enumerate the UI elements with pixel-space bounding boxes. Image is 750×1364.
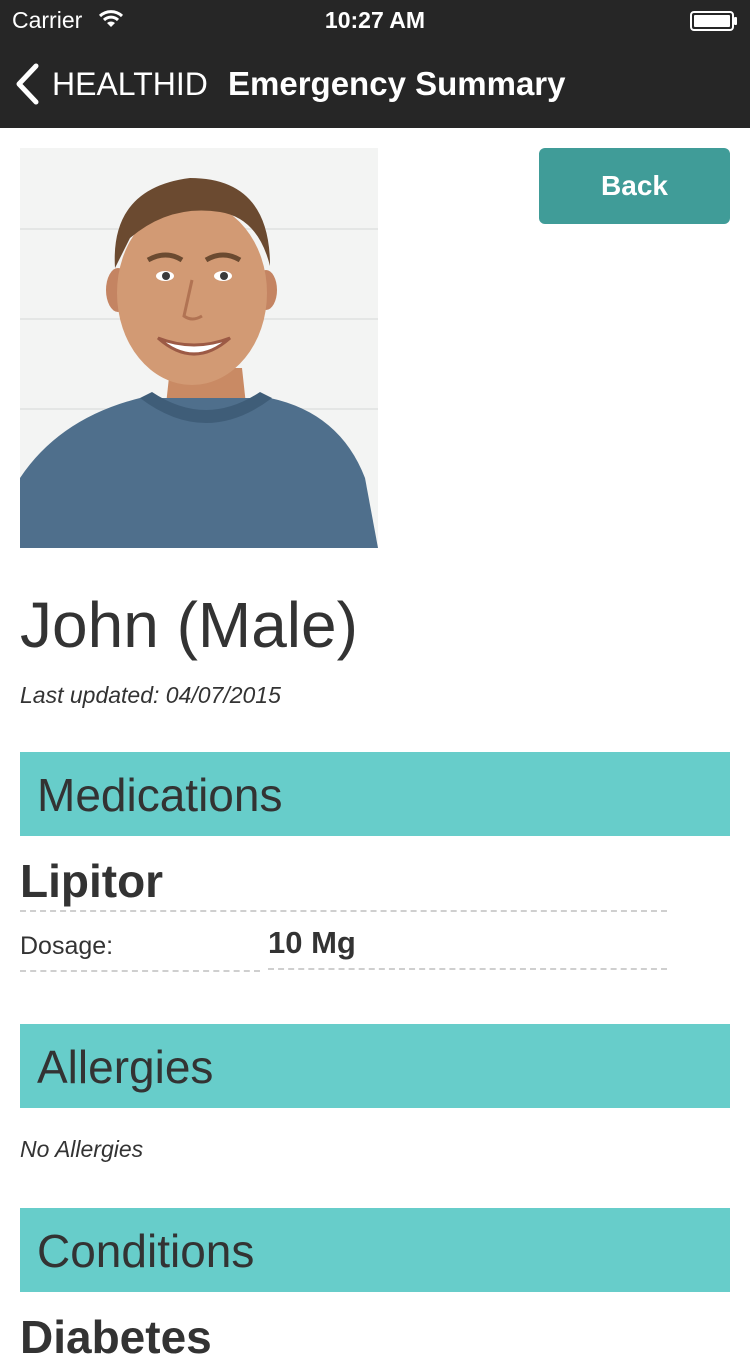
navigation-bar: HEALTHID Emergency Summary: [0, 40, 750, 128]
chevron-left-icon: [16, 63, 39, 105]
back-button[interactable]: Back: [539, 148, 730, 224]
conditions-header: Conditions: [20, 1208, 730, 1292]
medications-header: Medications: [20, 752, 730, 836]
patient-name: John (Male): [20, 589, 358, 661]
nav-back-label: HEALTHID: [52, 65, 208, 102]
status-time: 10:27 AM: [324, 7, 426, 33]
nav-back-button[interactable]: HEALTHID: [14, 62, 208, 106]
page-title: Emergency Summary: [228, 65, 566, 102]
medication-name: Lipitor: [20, 854, 667, 912]
allergies-header: Allergies: [20, 1024, 730, 1108]
battery-icon: [690, 11, 737, 31]
no-allergies-text: No Allergies: [20, 1136, 144, 1162]
profile-photo: [20, 148, 378, 548]
dosage-label: Dosage:: [20, 912, 260, 972]
status-bar: Carrier 10:27 AM: [0, 0, 750, 40]
last-updated: Last updated: 04/07/2015: [20, 682, 281, 709]
last-updated-text: Last updated: 04/07/2015: [20, 682, 281, 708]
dosage-value: 10 Mg: [268, 912, 667, 970]
condition-name: Diabetes: [20, 1311, 212, 1363]
